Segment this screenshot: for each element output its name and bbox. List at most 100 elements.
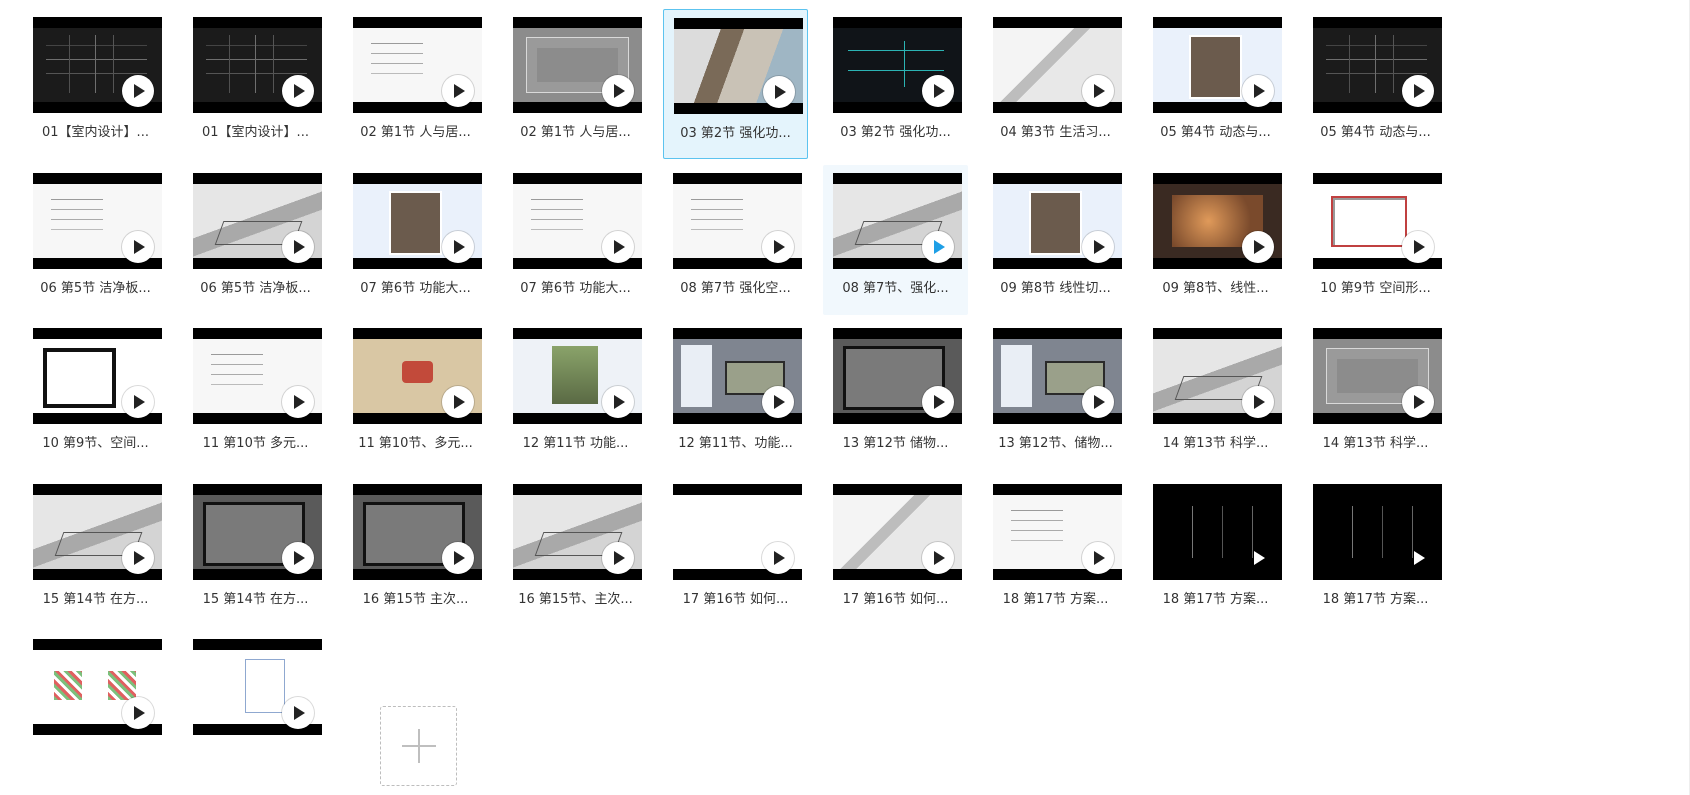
play-icon[interactable] xyxy=(442,542,474,574)
play-icon[interactable] xyxy=(122,542,154,574)
play-icon[interactable] xyxy=(1242,75,1274,107)
video-file-tile[interactable]: 06 第5节 洁净板... xyxy=(183,165,328,315)
play-icon[interactable] xyxy=(282,231,314,263)
video-thumbnail xyxy=(353,173,482,269)
play-icon[interactable] xyxy=(1402,542,1434,574)
video-file-tile[interactable]: 11 第10节 多元... xyxy=(183,320,328,470)
video-file-tile[interactable]: 15 第14节 在方... xyxy=(23,476,168,626)
video-file-tile[interactable]: 13 第12节 储物... xyxy=(823,320,968,470)
play-icon[interactable] xyxy=(1082,75,1114,107)
video-file-tile[interactable]: 04 第3节 生活习... xyxy=(983,9,1128,159)
play-icon[interactable] xyxy=(1242,542,1274,574)
play-icon[interactable] xyxy=(282,542,314,574)
video-file-tile[interactable]: 03 第2节 强化功... xyxy=(663,9,808,159)
video-file-tile[interactable]: 14 第13节 科学... xyxy=(1143,320,1288,470)
video-file-tile[interactable]: 05 第4节 动态与... xyxy=(1143,9,1288,159)
play-icon[interactable] xyxy=(922,75,954,107)
video-file-tile[interactable]: 08 第7节、强化... xyxy=(823,165,968,315)
video-file-tile[interactable]: 13 第12节、储物... xyxy=(983,320,1128,470)
video-file-tile[interactable]: 18 第17节 方案... xyxy=(1303,476,1448,626)
play-icon[interactable] xyxy=(762,542,794,574)
video-file-tile[interactable]: 09 第8节、线性... xyxy=(1143,165,1288,315)
play-icon[interactable] xyxy=(122,231,154,263)
play-icon[interactable] xyxy=(922,231,954,263)
video-thumbnail xyxy=(33,17,162,113)
video-thumbnail xyxy=(1153,484,1282,580)
video-file-tile[interactable]: 05 第4节 动态与... xyxy=(1303,9,1448,159)
video-file-tile[interactable]: 12 第11节、功能... xyxy=(663,320,808,470)
play-icon[interactable] xyxy=(602,75,634,107)
video-file-tile[interactable]: 12 第11节 功能... xyxy=(503,320,648,470)
video-file-tile[interactable]: 18 第17节 方案... xyxy=(1143,476,1288,626)
video-file-tile[interactable]: 02 第1节 人与居... xyxy=(503,9,648,159)
play-icon[interactable] xyxy=(122,697,154,729)
video-file-tile[interactable]: 10 第9节、空间... xyxy=(23,320,168,470)
video-thumbnail xyxy=(1313,173,1442,269)
video-file-tile[interactable]: 01【室内设计】... xyxy=(183,9,328,159)
video-file-tile[interactable]: 10 第9节 空间形... xyxy=(1303,165,1448,315)
play-icon[interactable] xyxy=(1082,231,1114,263)
video-thumbnail xyxy=(193,328,322,424)
plus-icon xyxy=(401,729,436,763)
video-file-tile[interactable]: 15 第14节 在方... xyxy=(183,476,328,626)
video-file-tile[interactable]: 17 第16节 如何... xyxy=(823,476,968,626)
file-name: 16 第15节、主次... xyxy=(518,592,633,607)
play-icon[interactable] xyxy=(122,75,154,107)
video-file-tile[interactable]: 01【室内设计】... xyxy=(23,9,168,159)
play-icon[interactable] xyxy=(122,386,154,418)
video-file-tile[interactable]: 14 第13节 科学... xyxy=(1303,320,1448,470)
video-thumbnail xyxy=(833,17,962,113)
play-icon[interactable] xyxy=(763,76,795,108)
video-file-tile[interactable]: 07 第6节 功能大... xyxy=(343,165,488,315)
play-icon[interactable] xyxy=(1402,231,1434,263)
video-thumbnail xyxy=(33,173,162,269)
play-icon[interactable] xyxy=(602,386,634,418)
play-icon[interactable] xyxy=(1242,231,1274,263)
video-file-tile[interactable]: 16 第15节 主次... xyxy=(343,476,488,626)
video-file-tile[interactable]: 03 第2节 强化功... xyxy=(823,9,968,159)
video-file-tile[interactable]: 09 第8节 线性切... xyxy=(983,165,1128,315)
play-icon[interactable] xyxy=(442,75,474,107)
video-file-tile[interactable]: 16 第15节、主次... xyxy=(503,476,648,626)
file-name: 06 第5节 洁净板... xyxy=(40,281,151,296)
play-icon[interactable] xyxy=(762,386,794,418)
video-file-tile[interactable] xyxy=(183,631,328,781)
play-icon[interactable] xyxy=(922,542,954,574)
video-thumbnail xyxy=(353,17,482,113)
video-file-tile[interactable]: 06 第5节 洁净板... xyxy=(23,165,168,315)
file-name: 07 第6节 功能大... xyxy=(360,281,471,296)
video-thumbnail xyxy=(993,484,1122,580)
play-icon[interactable] xyxy=(1242,386,1274,418)
video-file-tile[interactable]: 11 第10节、多元... xyxy=(343,320,488,470)
play-icon[interactable] xyxy=(922,386,954,418)
file-name: 15 第14节 在方... xyxy=(42,592,149,607)
play-icon[interactable] xyxy=(1402,75,1434,107)
play-icon[interactable] xyxy=(1402,386,1434,418)
file-name: 06 第5节 洁净板... xyxy=(200,281,311,296)
video-thumbnail xyxy=(833,173,962,269)
video-file-tile[interactable]: 02 第1节 人与居... xyxy=(343,9,488,159)
play-icon[interactable] xyxy=(1082,542,1114,574)
play-icon[interactable] xyxy=(762,231,794,263)
play-icon[interactable] xyxy=(602,542,634,574)
video-file-tile[interactable]: 07 第6节 功能大... xyxy=(503,165,648,315)
play-icon[interactable] xyxy=(602,231,634,263)
play-icon[interactable] xyxy=(1082,386,1114,418)
file-name: 08 第7节、强化... xyxy=(842,281,949,296)
video-file-tile[interactable]: 18 第17节 方案... xyxy=(983,476,1128,626)
video-thumbnail xyxy=(33,328,162,424)
file-grid: 01【室内设计】... 01【室内设计】... 02 第1节 人与居... 02 第1… xyxy=(0,0,1690,795)
play-icon[interactable] xyxy=(442,231,474,263)
file-name: 11 第10节 多元... xyxy=(202,436,309,451)
file-name: 17 第16节 如何... xyxy=(682,592,789,607)
video-file-tile[interactable]: 08 第7节 强化空... xyxy=(663,165,808,315)
play-icon[interactable] xyxy=(282,697,314,729)
play-icon[interactable] xyxy=(442,386,474,418)
video-file-tile[interactable]: 17 第16节 如何... xyxy=(663,476,808,626)
video-file-tile[interactable] xyxy=(23,631,168,781)
video-thumbnail xyxy=(193,17,322,113)
play-icon[interactable] xyxy=(282,75,314,107)
play-icon[interactable] xyxy=(282,386,314,418)
file-name: 18 第17节 方案... xyxy=(1322,592,1429,607)
add-file-button[interactable] xyxy=(380,706,457,786)
